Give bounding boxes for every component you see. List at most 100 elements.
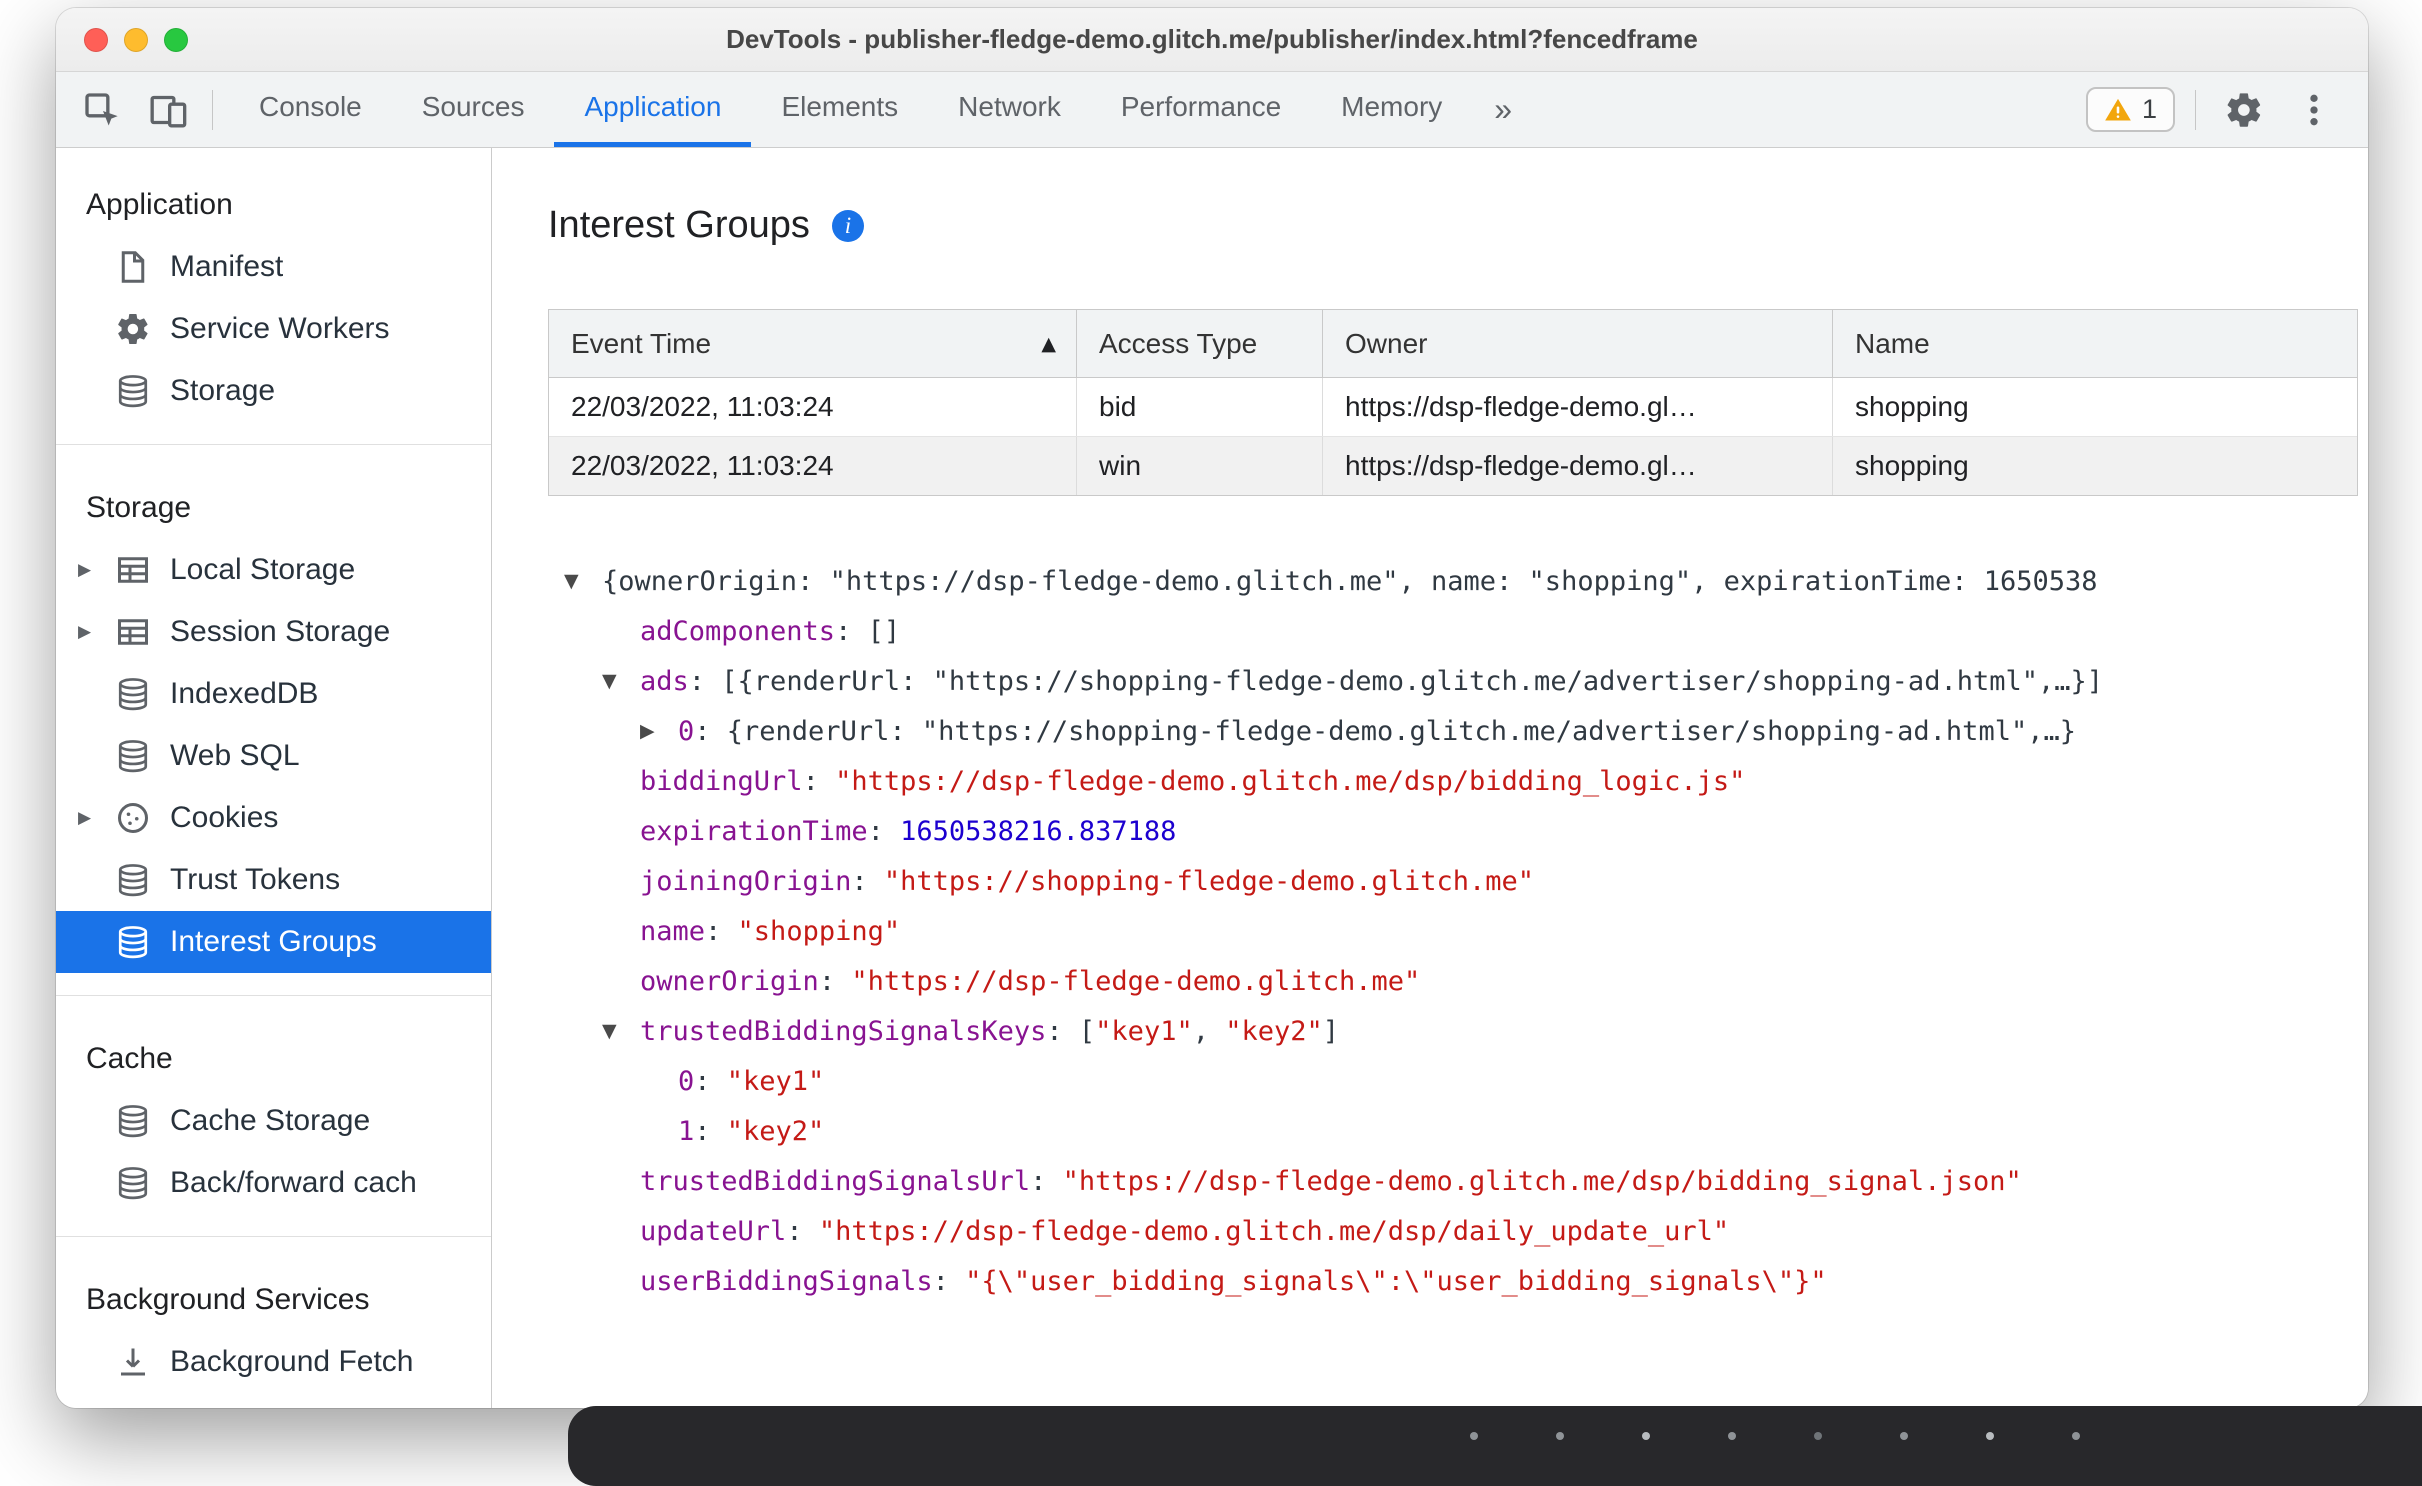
expand-arrow-icon[interactable]: ▶	[640, 720, 678, 742]
tree-text-str: "https://dsp-fledge-demo.glitch.me/dsp/b…	[1062, 1165, 2022, 1197]
dock-dot	[2072, 1432, 2080, 1440]
tree-line: joiningOrigin: "https://shopping-fledge-…	[548, 856, 2358, 906]
table-row[interactable]: 22/03/2022, 11:03:24 win https://dsp-fledg…	[549, 436, 2357, 495]
database-icon	[114, 923, 152, 961]
manifest-icon	[114, 248, 152, 286]
sidebar-item-web-sql[interactable]: Web SQL	[56, 725, 491, 787]
column-header-access-type[interactable]: Access Type	[1077, 310, 1323, 378]
expand-chevron-icon[interactable]: ▶	[78, 560, 114, 580]
sidebar-item-cache-storage[interactable]: Cache Storage	[56, 1090, 491, 1152]
sidebar-section-title-storage: Storage	[86, 491, 192, 524]
minimize-window-button[interactable]	[124, 27, 148, 52]
info-icon[interactable]: i	[831, 209, 864, 242]
device-toolbar-button[interactable]	[140, 82, 196, 138]
table-icon	[114, 613, 152, 651]
database-icon	[114, 861, 152, 899]
tab-performance[interactable]: Performance	[1091, 72, 1311, 147]
tab-elements[interactable]: Elements	[751, 72, 928, 147]
column-header-label: Access Type	[1099, 327, 1258, 359]
sidebar-item-label: Cookies	[170, 801, 279, 834]
tree-text-str: "https://shopping-fledge-demo.glitch.me"	[883, 865, 1535, 897]
issues-badge[interactable]: 1	[2085, 87, 2175, 132]
dock-dot	[1728, 1432, 1736, 1440]
sidebar-divider	[56, 1236, 491, 1237]
table-row[interactable]: 22/03/2022, 11:03:24 bid https://dsp-fledg…	[549, 378, 2357, 436]
tab-network[interactable]: Network	[928, 72, 1091, 147]
close-window-button[interactable]	[84, 27, 108, 52]
sidebar-item-label: Web SQL	[170, 739, 300, 772]
sidebar-item-indexeddb[interactable]: IndexedDB	[56, 663, 491, 725]
tree-text-plain: :	[705, 915, 738, 947]
dock-dot	[1470, 1432, 1478, 1440]
collapse-arrow-icon[interactable]: ▼	[602, 670, 640, 692]
sidebar-item-label: Service Workers	[170, 312, 390, 345]
tab-sources[interactable]: Sources	[392, 72, 555, 147]
table-body: 22/03/2022, 11:03:24 bid https://dsp-fledg…	[549, 378, 2357, 495]
gear-icon	[2227, 92, 2261, 127]
column-header-name[interactable]: Name	[1833, 310, 2357, 378]
inspect-element-button[interactable]	[74, 82, 130, 138]
tree-text-str: "{\"user_bidding_signals\":\"user_biddin…	[965, 1265, 1827, 1297]
tab-memory[interactable]: Memory	[1311, 72, 1472, 147]
sidebar-item-trust-tokens[interactable]: Trust Tokens	[56, 849, 491, 911]
tree-line: expirationTime: 1650538216.837188	[548, 806, 2358, 856]
tree-text-plain: {ownerOrigin: "https://dsp-fledge-demo.g…	[602, 565, 2098, 597]
tree-line: updateUrl: "https://dsp-fledge-demo.glit…	[548, 1206, 2358, 1256]
sidebar-item-session-storage[interactable]: ▶ Session Storage	[56, 601, 491, 663]
tree-text-str: "shopping"	[737, 915, 901, 947]
table-cell: 22/03/2022, 11:03:24	[549, 437, 1077, 495]
tree-line: adComponents: []	[548, 606, 2358, 656]
page-title: Interest Groups	[548, 204, 810, 246]
sidebar-sections: Application Manifest Service Workers Storag…	[56, 164, 491, 1393]
tree-text-plain: :	[694, 1065, 727, 1097]
table-icon	[114, 551, 152, 589]
tree-text-plain: : [	[1046, 1015, 1096, 1047]
zoom-window-button[interactable]	[164, 27, 188, 52]
tree-text-key: ads	[640, 665, 689, 697]
sidebar-item-service-workers[interactable]: Service Workers	[56, 298, 491, 360]
tree-text-key: name	[640, 915, 706, 947]
devtools-content: Application Manifest Service Workers Storag…	[56, 148, 2368, 1408]
main-panel: Interest Groups i Event Time ▲ Access Type…	[492, 148, 2368, 1408]
devtools-window: DevTools - publisher-fledge-demo.glitch.…	[56, 8, 2368, 1408]
column-header-event-time[interactable]: Event Time ▲	[549, 310, 1077, 378]
settings-gear-button[interactable]	[2216, 82, 2272, 138]
sidebar-item-label: Cache Storage	[170, 1104, 371, 1137]
tab-console[interactable]: Console	[229, 72, 392, 147]
sidebar-item-label: Interest Groups	[170, 925, 377, 958]
sidebar-item-background-fetch[interactable]: Background Fetch	[56, 1331, 491, 1393]
sidebar-section-title-application: Application	[86, 188, 233, 221]
database-icon	[114, 1164, 152, 1202]
collapse-arrow-icon[interactable]: ▼	[602, 1020, 640, 1042]
expand-chevron-icon[interactable]: ▶	[78, 808, 114, 828]
sidebar-item-storage[interactable]: Storage	[56, 360, 491, 422]
tree-text-plain: :	[1030, 1165, 1063, 1197]
tree-line: 1: "key2"	[548, 1106, 2358, 1156]
sidebar-item-interest-groups[interactable]: Interest Groups	[56, 911, 491, 973]
tab-application[interactable]: Application	[554, 72, 752, 147]
tree-line: ▼ trustedBiddingSignalsKeys: ["key1", "ke…	[548, 1006, 2358, 1056]
sidebar-item-label: IndexedDB	[170, 677, 319, 710]
sidebar-item-local-storage[interactable]: ▶ Local Storage	[56, 539, 491, 601]
tree-line: ownerOrigin: "https://dsp-fledge-demo.gl…	[548, 956, 2358, 1006]
column-header-owner[interactable]: Owner	[1323, 310, 1833, 378]
expand-chevron-icon[interactable]: ▶	[78, 622, 114, 642]
sort-ascending-icon: ▲	[1041, 332, 1056, 355]
tree-text-plain: :	[694, 1115, 727, 1147]
gear-icon	[114, 310, 152, 348]
sidebar-item-manifest[interactable]: Manifest	[56, 236, 491, 298]
tree-text-plain: ]	[1322, 1015, 1340, 1047]
sidebar-item-back-forward-cach[interactable]: Back/forward cach	[56, 1152, 491, 1214]
application-sidebar: Application Manifest Service Workers Storag…	[56, 148, 492, 1408]
tree-text-key: expirationTime	[640, 815, 868, 847]
collapse-arrow-icon[interactable]: ▼	[564, 570, 602, 592]
sidebar-item-label: Storage	[170, 374, 276, 407]
tree-text-str: "https://dsp-fledge-demo.glitch.me/dsp/b…	[835, 765, 1746, 797]
more-panels-button[interactable]: »	[1472, 91, 1534, 128]
tree-line: 0: "key1"	[548, 1056, 2358, 1106]
sidebar-item-label: Session Storage	[170, 615, 391, 648]
sidebar-item-cookies[interactable]: ▶ Cookies	[56, 787, 491, 849]
more-options-button[interactable]	[2286, 82, 2342, 138]
table-cell: shopping	[1855, 450, 1969, 481]
fetch-icon	[114, 1343, 152, 1381]
